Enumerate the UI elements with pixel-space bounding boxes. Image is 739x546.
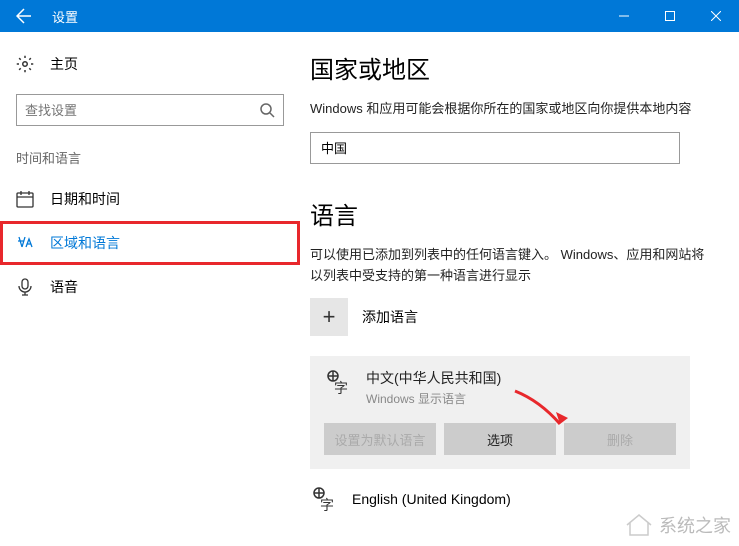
titlebar: 设置 bbox=[0, 0, 739, 32]
microphone-icon bbox=[16, 278, 34, 296]
maximize-button[interactable] bbox=[647, 0, 693, 32]
nav-item-region-language[interactable]: 区域和语言 bbox=[0, 221, 300, 265]
search-box[interactable] bbox=[16, 94, 284, 126]
language-subtitle: Windows 显示语言 bbox=[366, 390, 501, 407]
maximize-icon bbox=[665, 11, 675, 21]
set-default-button[interactable]: 设置为默认语言 bbox=[324, 423, 436, 455]
options-button[interactable]: 选项 bbox=[444, 423, 556, 455]
language-icon bbox=[16, 234, 34, 252]
language-name: 中文(中华人民共和国) bbox=[366, 368, 501, 388]
arrow-left-icon bbox=[16, 8, 32, 24]
nav-item-datetime[interactable]: 日期和时间 bbox=[0, 177, 300, 221]
back-button[interactable] bbox=[0, 0, 48, 32]
window-controls bbox=[601, 0, 739, 32]
language-글-icon: 字 bbox=[310, 485, 338, 513]
nav-label: 语音 bbox=[50, 277, 78, 297]
add-language-label: 添加语言 bbox=[362, 307, 418, 327]
language-card-english[interactable]: 字 English (United Kingdom) bbox=[310, 485, 715, 513]
home-label: 主页 bbox=[50, 54, 78, 74]
country-value: 中国 bbox=[321, 138, 347, 157]
search-icon bbox=[259, 102, 275, 118]
close-icon bbox=[711, 11, 721, 21]
language-name: English (United Kingdom) bbox=[352, 491, 511, 507]
close-button[interactable] bbox=[693, 0, 739, 32]
search-input[interactable] bbox=[25, 103, 259, 118]
language-description: 可以使用已添加到列表中的任何语言键入。 Windows、应用和网站将以列表中受支… bbox=[310, 245, 715, 287]
nav-item-speech[interactable]: 语音 bbox=[0, 265, 300, 309]
country-select[interactable]: 中国 bbox=[310, 132, 680, 164]
remove-button[interactable]: 删除 bbox=[564, 423, 676, 455]
language-글-icon: 字 bbox=[324, 368, 352, 396]
nav-label: 区域和语言 bbox=[50, 233, 120, 253]
language-heading: 语言 bbox=[310, 196, 715, 231]
plus-icon: + bbox=[310, 298, 348, 336]
language-card-chinese[interactable]: 字 中文(中华人民共和国) Windows 显示语言 设置为默认语言 选项 删除 bbox=[310, 356, 690, 469]
region-heading: 国家或地区 bbox=[310, 50, 715, 85]
calendar-icon bbox=[16, 190, 34, 208]
svg-text:字: 字 bbox=[320, 497, 334, 513]
gear-icon bbox=[16, 55, 34, 73]
home-button[interactable]: 主页 bbox=[0, 46, 300, 82]
nav-label: 日期和时间 bbox=[50, 189, 120, 209]
main-panel: 国家或地区 Windows 和应用可能会根据你所在的国家或地区向你提供本地内容 … bbox=[300, 32, 739, 546]
add-language-button[interactable]: + 添加语言 bbox=[310, 298, 715, 336]
svg-text:字: 字 bbox=[334, 380, 348, 396]
minimize-icon bbox=[619, 11, 629, 21]
window-title: 设置 bbox=[52, 7, 78, 26]
sidebar: 主页 时间和语言 日期和时间 区域和语言 语音 bbox=[0, 32, 300, 546]
region-description: Windows 和应用可能会根据你所在的国家或地区向你提供本地内容 bbox=[310, 99, 715, 120]
section-label: 时间和语言 bbox=[0, 126, 300, 177]
minimize-button[interactable] bbox=[601, 0, 647, 32]
